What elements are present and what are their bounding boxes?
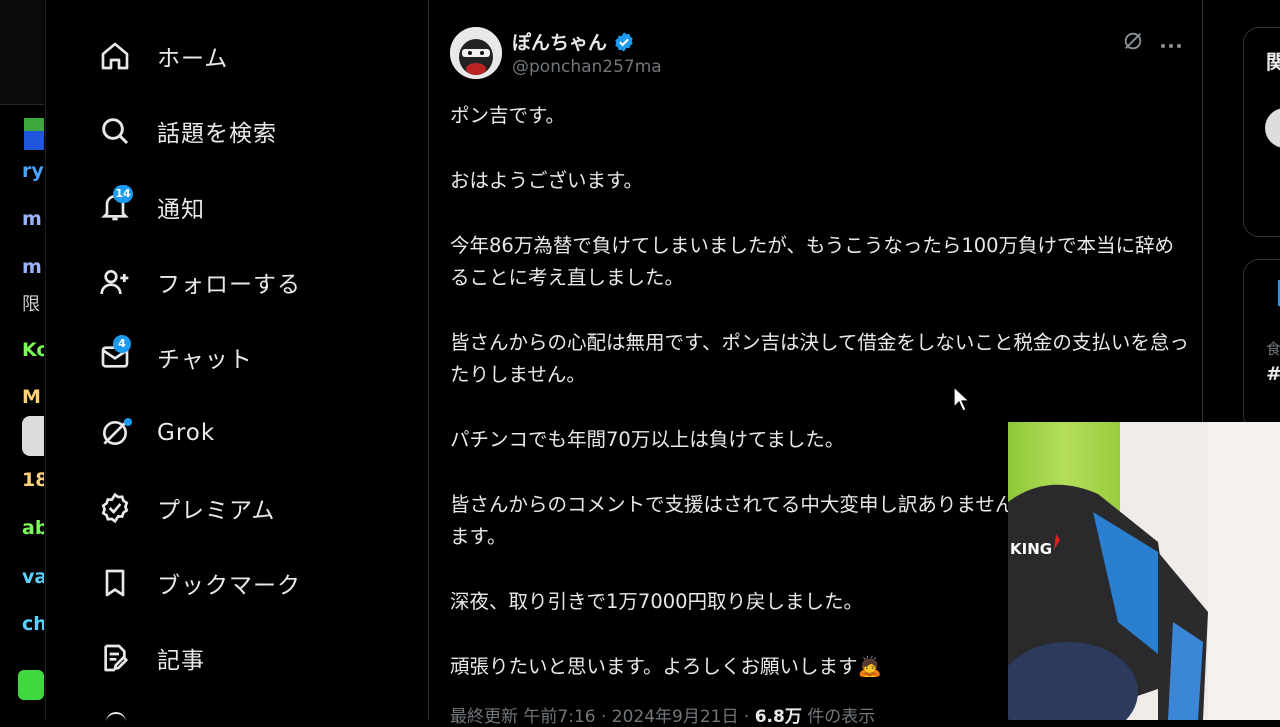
nav-bookmarks[interactable]: ブックマーク	[98, 558, 301, 608]
nav-label: チャット	[157, 347, 253, 373]
more-options-icon[interactable]	[1160, 34, 1182, 53]
strip-thumbnail	[24, 118, 44, 150]
chair-logo: KING	[1010, 540, 1052, 558]
view-count: 6.8万	[754, 707, 802, 727]
whats-happening-card: 食 #	[1243, 259, 1280, 431]
mail-icon: 4	[98, 335, 132, 374]
nav-premium[interactable]: プレミアム	[98, 483, 275, 533]
bookmark-icon	[98, 566, 132, 600]
premium-badge-icon	[98, 491, 132, 525]
sidebar-nav: ホーム 話題を検索 14 通知 フォローする 4 チャット Grok プレミアム…	[46, 0, 428, 720]
nav-label: プレミアム	[157, 498, 276, 524]
webcam-overlay: KING	[1008, 422, 1280, 720]
trends-card: 関	[1243, 27, 1280, 237]
post-timestamp[interactable]: 最終更新 午前7:16 · 2024年9月21日 ·	[450, 707, 755, 727]
view-count-label: 件の表示	[801, 707, 876, 727]
nav-label: フォローする	[157, 272, 301, 298]
grok-icon	[98, 416, 132, 450]
nav-label: ホーム	[157, 46, 229, 72]
strip-text: m	[22, 256, 42, 278]
strip-text: 18	[22, 469, 44, 491]
nav-label: 記事	[157, 648, 205, 674]
left-strip-header	[0, 0, 44, 105]
strip-text: M	[22, 386, 41, 408]
post-meta: 最終更新 午前7:16 · 2024年9月21日 · 6.8万 件の表示	[450, 702, 875, 727]
nav-label: 話題を検索	[157, 121, 277, 147]
author-name-text: ぽんちゃん	[512, 32, 608, 54]
strip-text: ry	[22, 160, 44, 182]
notification-count-badge: 14	[113, 185, 133, 203]
article-icon	[98, 641, 132, 675]
strip-text: 限	[22, 294, 40, 315]
search-icon	[98, 114, 132, 148]
post-paragraph: 今年86万為替で負けてしまいましたが、もうこうなったら100万負けで本当に辞める…	[450, 234, 1175, 289]
nav-label: 通知	[157, 197, 205, 223]
nav-grok[interactable]: Grok	[98, 408, 215, 458]
strip-text: Ko	[22, 339, 44, 361]
verified-badge-icon	[615, 31, 633, 52]
post-paragraph: 皆さんからの心配は無用です、ポン吉は決して借金をしないこと税金の支払いを怠ったり…	[450, 331, 1189, 386]
suggestion-avatar[interactable]	[1265, 108, 1280, 148]
nav-home[interactable]: ホーム	[98, 31, 228, 81]
post-paragraph: おはようございます。	[450, 169, 644, 192]
card-title: 関	[1266, 50, 1280, 74]
add-user-icon	[98, 265, 132, 299]
grok-indicator-dot	[124, 418, 132, 426]
nav-notifications[interactable]: 14 通知	[98, 182, 205, 232]
nav-explore[interactable]: 話題を検索	[98, 106, 277, 156]
strip-avatar	[22, 416, 44, 456]
post-top-actions	[1122, 30, 1182, 56]
trend-hashtag[interactable]: #	[1266, 363, 1280, 385]
strip-text: ch	[22, 613, 44, 635]
strip-text: m	[22, 208, 42, 230]
nav-label: ブックマーク	[157, 573, 301, 599]
nav-label: Grok	[157, 420, 216, 446]
strip-text: va	[22, 566, 44, 588]
nav-articles[interactable]: 記事	[98, 633, 205, 683]
mouse-cursor-icon	[953, 385, 971, 416]
strip-text: ab	[22, 517, 44, 539]
nav-chat[interactable]: 4 チャット	[98, 332, 253, 382]
more-nav-icon[interactable]	[106, 712, 126, 724]
author-handle[interactable]: @ponchan257ma	[512, 57, 662, 77]
post-paragraph: ポン吉です。	[450, 104, 566, 127]
author-name[interactable]: ぽんちゃん	[512, 28, 635, 55]
left-window-strip: ry m m 限 Ko M 18 ab va ch	[0, 0, 46, 720]
nav-follow[interactable]: フォローする	[98, 257, 301, 307]
chat-count-badge: 4	[113, 335, 131, 353]
home-icon	[98, 39, 132, 73]
bell-icon: 14	[98, 185, 133, 224]
author-avatar[interactable]	[450, 27, 502, 79]
grok-explain-icon[interactable]	[1122, 30, 1144, 56]
trend-category: 食	[1266, 340, 1280, 358]
strip-emote-icon	[18, 670, 44, 700]
